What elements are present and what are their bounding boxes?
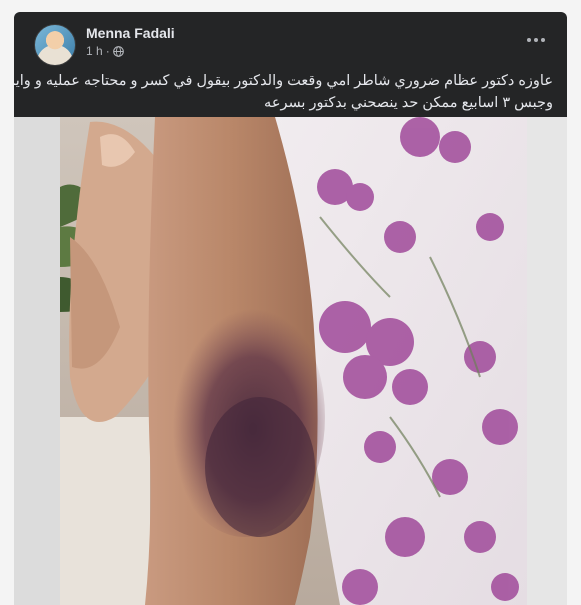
photo-letterbox-left (14, 117, 60, 605)
more-options-icon-dot (541, 38, 545, 42)
post-text-line-2: وجبس ٣ اسابيع ممكن حد ينصحني بدكتور بسرع… (264, 95, 553, 111)
page-frame: Menna Fadali 1 h · عاوزه دكتور عظام ضرور… (0, 0, 581, 605)
post-text: عاوزه دكتور عظام ضروري شاطر امي وقعت وال… (14, 70, 553, 114)
more-options-icon (527, 38, 531, 42)
author-name[interactable]: Menna Fadali (86, 25, 175, 41)
more-options-icon-dot (534, 38, 538, 42)
post-text-line-1: عاوزه دكتور عظام ضروري شاطر امي وقعت وال… (14, 73, 553, 89)
post-meta: 1 h · (86, 44, 124, 58)
bruised-arm-photo[interactable] (60, 117, 527, 605)
more-options-button[interactable] (521, 30, 551, 50)
post-photo-area[interactable] (14, 117, 567, 605)
globe-icon[interactable] (112, 45, 124, 57)
meta-separator: · (105, 44, 110, 58)
post-card: Menna Fadali 1 h · عاوزه دكتور عظام ضرور… (14, 12, 567, 605)
post-time[interactable]: 1 h (86, 44, 103, 58)
photo-letterbox-right (527, 117, 567, 605)
avatar[interactable] (34, 24, 76, 66)
